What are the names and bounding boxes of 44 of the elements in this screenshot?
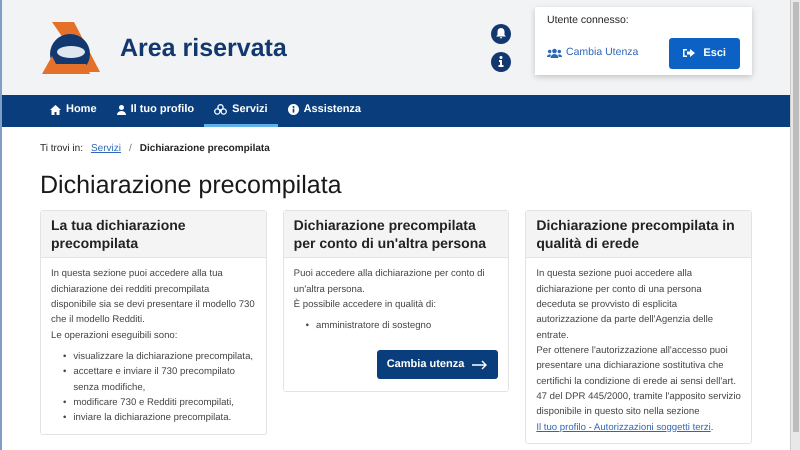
switch-user-link[interactable]: Cambia Utenza <box>547 45 638 62</box>
home-icon <box>50 104 61 114</box>
card-text: Puoi accedere alla dichiarazione per conto di un'altra persona. <box>294 267 486 297</box>
list-item: amministratore di sostegno <box>316 319 432 334</box>
list-item: visualizzare la dichiarazione precompilata, <box>73 350 254 364</box>
breadcrumb-current: Dichiarazione precompilata <box>140 142 270 156</box>
logout-icon <box>683 48 696 58</box>
list-item: modificare 730 e Redditi precompilati, <box>73 396 234 410</box>
card-text: In questa sezione puoi accedere alla dichiarazione per conto di una persona deceduta se provvisto di esplicita autorizzazione da parte dell'Agenzia delle entrate. <box>536 267 714 343</box>
bullet: • <box>63 350 66 364</box>
breadcrumb-link[interactable]: Servizi <box>90 141 121 156</box>
user-icon <box>116 104 126 114</box>
switch-user-button[interactable]: Cambia utenza <box>376 350 498 380</box>
connected-user-label: Utente connesso: <box>547 12 630 28</box>
bullet: • <box>63 396 66 410</box>
card-text: In questa sezione puoi accedere alla tua dichiarazione dei redditi precompilata disponibile sia se devi presentare il modello 730 che il modello Redditi. <box>51 267 256 328</box>
bullet: • <box>63 365 66 380</box>
info-icon <box>288 104 299 115</box>
info-icon[interactable] <box>491 52 511 72</box>
breadcrumb-separator: / <box>128 142 132 156</box>
bullet: • <box>306 319 310 334</box>
notification-bell-icon[interactable] <box>491 24 511 44</box>
card-text: Le operazioni eseguibili sono: <box>51 328 178 343</box>
nav-tab[interactable]: Home <box>40 95 107 127</box>
bullet: • <box>63 411 66 426</box>
logout-button[interactable]: Esci <box>669 38 740 68</box>
breadcrumb-label: Ti trovi in: <box>40 142 83 156</box>
card-text: Per ottenere l'autorizzazione all'accesso puoi presentare una dichiarazione sostitutiva che certifichi la condizione di erede ai sensi dell'art. 47 del DPR 445/2000, tramite l'apposito servizio disponibile in questo sito nella sezione Il tuo profilo - Autorizzazioni soggetti terzi. <box>536 344 742 435</box>
arrow-right-icon <box>472 360 488 370</box>
nav-tab[interactable]: Il tuo profilo <box>106 95 204 127</box>
list-item: inviare la dichiarazione precompilata. <box>73 411 232 426</box>
page-title: Dichiarazione precompilata <box>40 170 343 200</box>
profile-link[interactable]: Il tuo profilo - Autorizzazioni soggetti terzi <box>536 422 711 433</box>
card-title: La tua dichiarazione precompilata <box>41 211 266 258</box>
card-title: Dichiarazione precompilata in qualità di erede <box>526 211 752 258</box>
scrollbar-thumb[interactable] <box>792 2 798 432</box>
nav-tab[interactable]: Assistenza <box>278 95 372 127</box>
area-title: Area riservata <box>120 32 287 62</box>
circles-icon <box>214 104 228 115</box>
agency-logo <box>40 20 102 76</box>
nav-tab[interactable]: Servizi <box>204 95 278 127</box>
users-icon <box>547 48 562 58</box>
card-title: Dichiarazione precompilata per conto di un'altra persona <box>284 211 508 258</box>
card-text: È possibile accedere in qualità di: <box>294 298 438 312</box>
